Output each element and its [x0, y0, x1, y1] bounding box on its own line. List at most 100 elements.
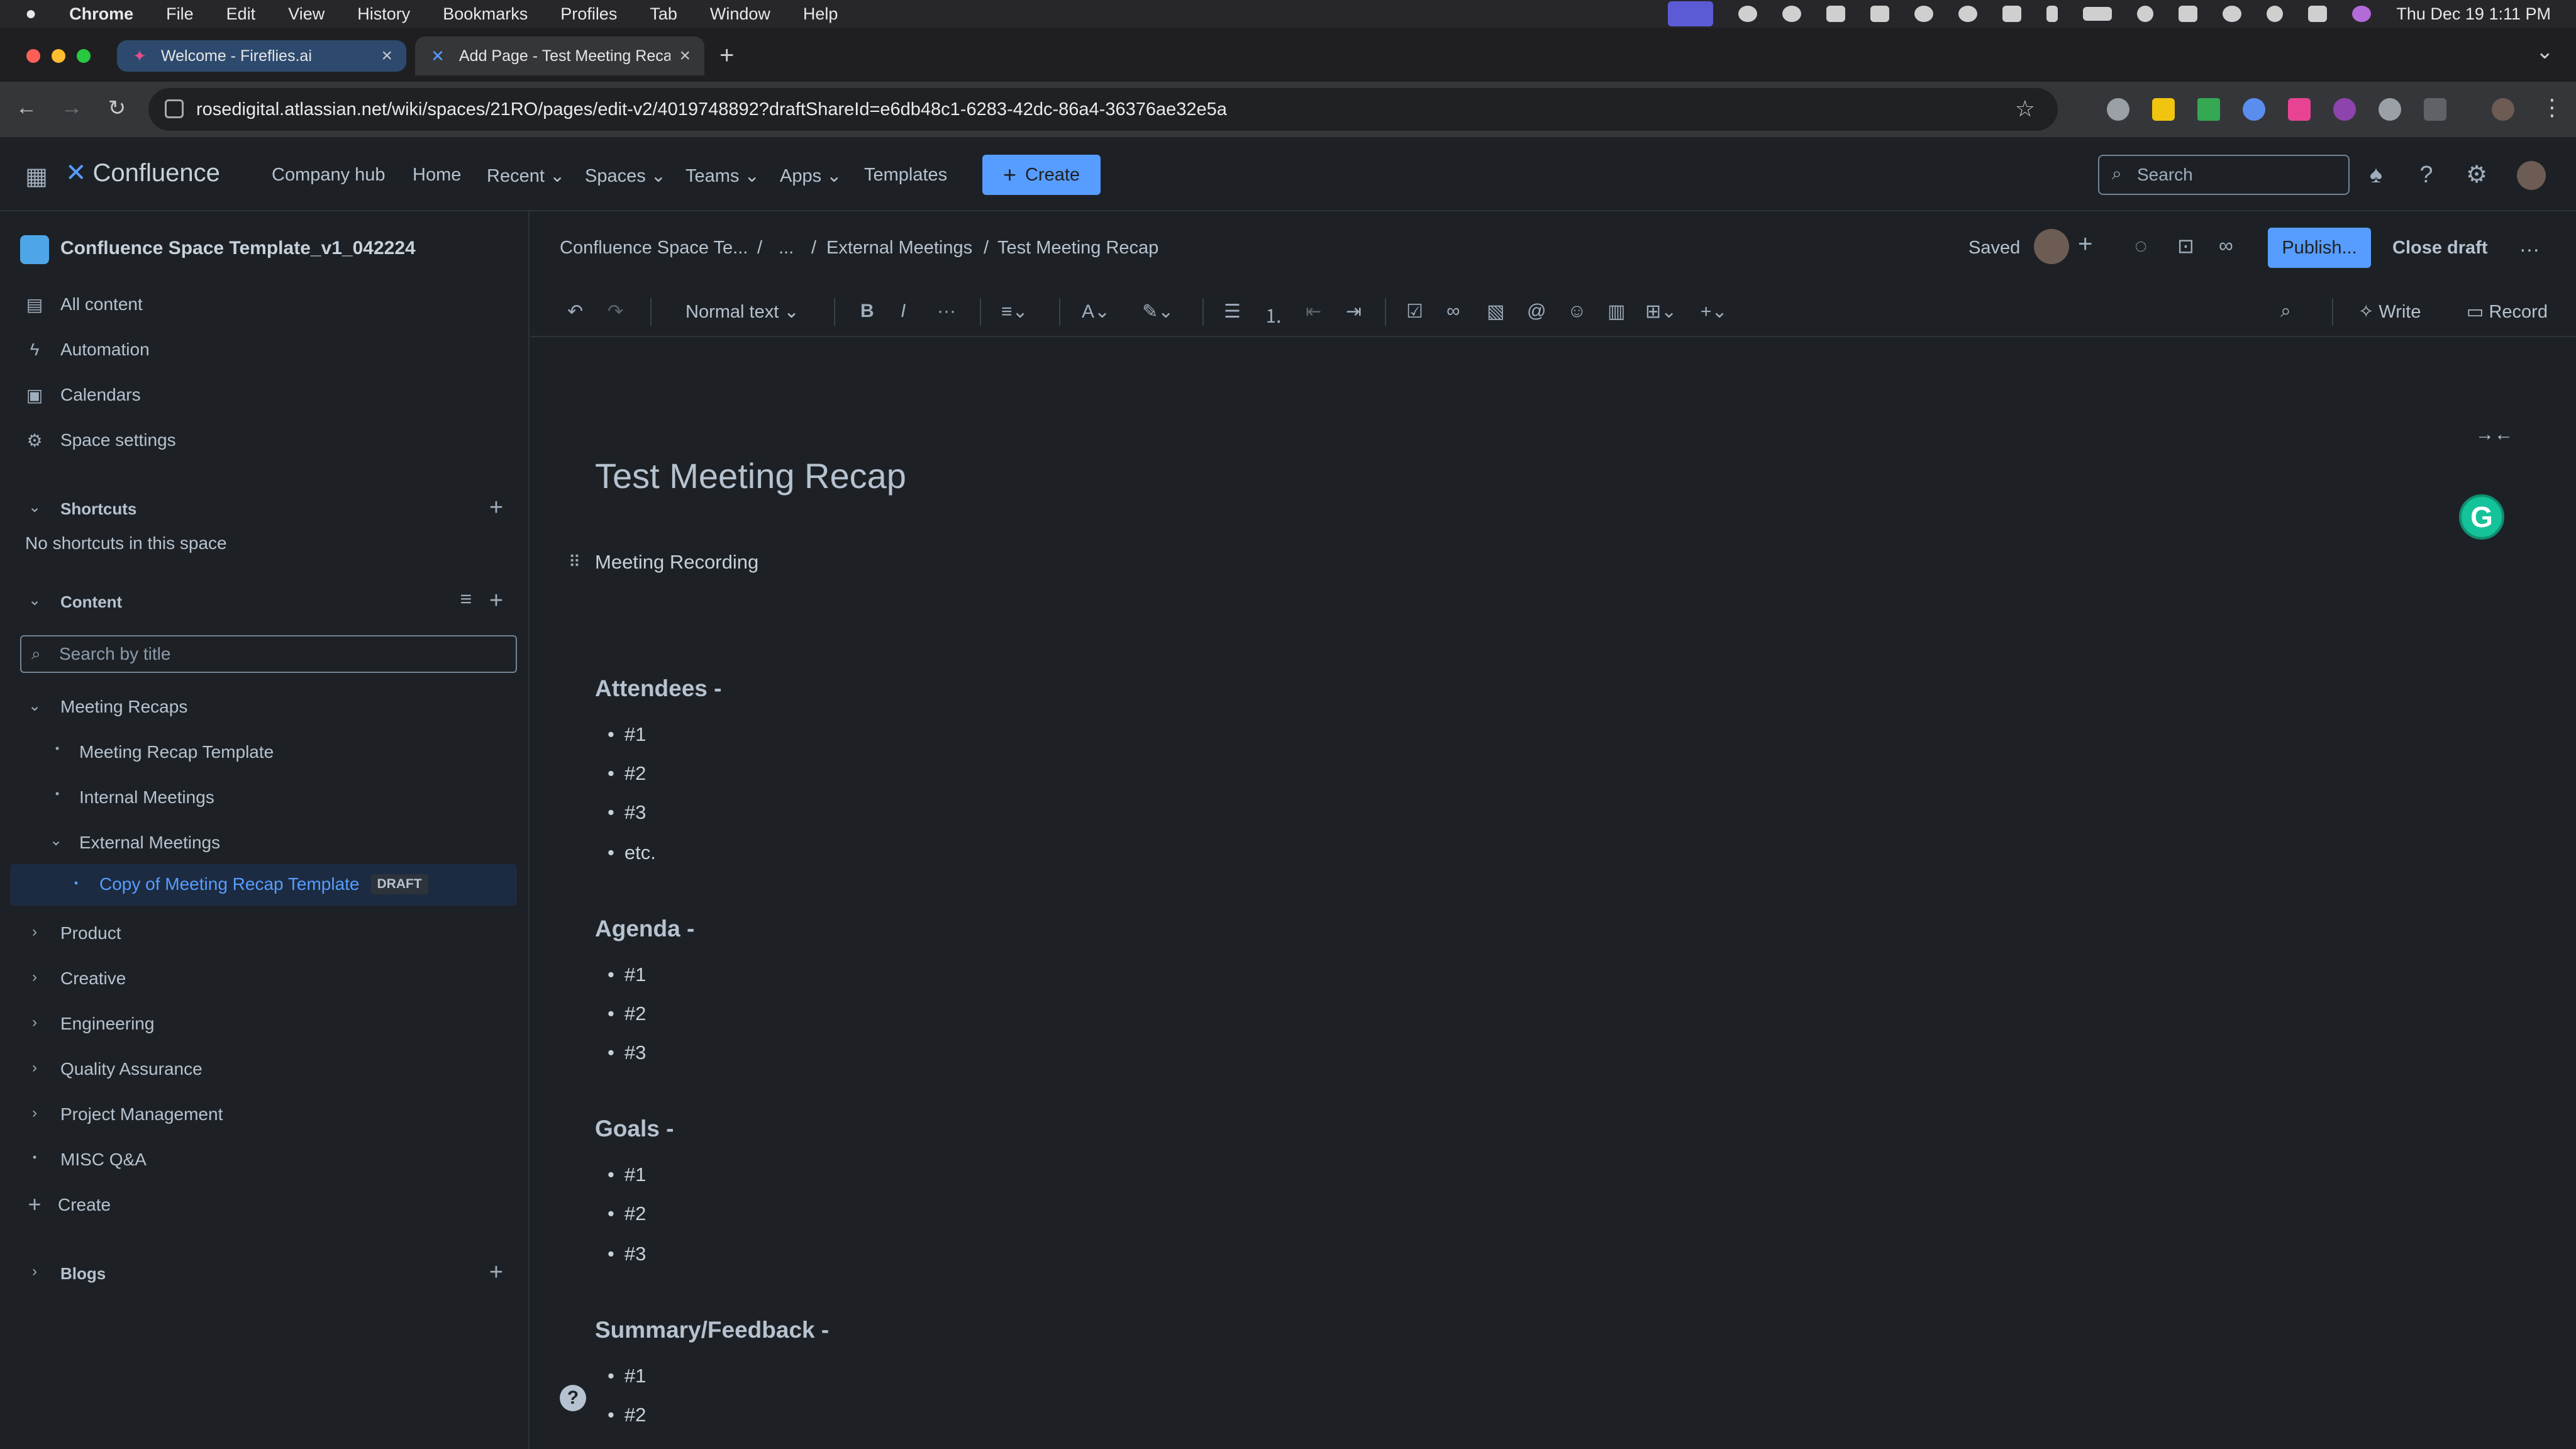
tree-item-engineering[interactable]: Engineering — [60, 1014, 154, 1034]
battery-icon[interactable] — [2083, 7, 2112, 21]
record-button[interactable]: ▭ Record — [2467, 301, 2548, 323]
highlight-icon[interactable]: ✎⌄ — [1142, 301, 1174, 323]
comment-icon[interactable]: ◌ — [2135, 234, 2147, 258]
tree-item-misc-qa[interactable]: MISC Q&A — [60, 1150, 147, 1170]
add-content-icon[interactable]: + — [486, 587, 507, 614]
menu-window[interactable]: Window — [710, 4, 770, 24]
window-close-button[interactable] — [26, 49, 40, 63]
breadcrumb-ellipsis[interactable]: ... — [779, 238, 794, 258]
restrictions-lock-icon[interactable]: ⊡ — [2177, 234, 2194, 258]
drag-handle-icon[interactable]: ⠿ — [569, 552, 580, 572]
menu-tab[interactable]: Tab — [650, 4, 677, 24]
list-item[interactable]: #1 — [608, 723, 646, 746]
app-status-icon[interactable] — [1870, 6, 1890, 22]
text-color-icon[interactable]: A⌄ — [1082, 301, 1110, 323]
search-by-title-input[interactable]: ⌕ Search by title — [20, 635, 517, 673]
display-icon[interactable] — [2002, 6, 2022, 22]
url-text[interactable]: rosedigital.atlassian.net/wiki/spaces/21… — [196, 99, 1227, 120]
grammarly-widget[interactable]: G — [2459, 494, 2504, 540]
siri-icon[interactable] — [2352, 6, 2372, 22]
mention-icon[interactable]: @ — [1527, 301, 1546, 322]
emoji-icon[interactable]: ☺ — [1567, 301, 1587, 322]
list-item[interactable]: #3 — [608, 1243, 646, 1265]
chevron-down-icon[interactable]: ⌄ — [45, 831, 67, 850]
control-center-icon[interactable] — [2308, 6, 2328, 22]
bolt-status-icon[interactable] — [1914, 6, 1934, 22]
nav-home[interactable]: Home — [413, 165, 461, 186]
table-icon[interactable]: ⊞⌄ — [1645, 301, 1677, 323]
add-blog-icon[interactable]: + — [486, 1259, 507, 1286]
create-button[interactable]: + Create — [982, 155, 1101, 195]
nav-apps[interactable]: Apps ⌄ — [780, 165, 841, 187]
nav-recent[interactable]: Recent ⌄ — [487, 165, 565, 187]
goals-heading[interactable]: Goals - — [595, 1116, 674, 1142]
tab-fireflies[interactable]: ✦ Welcome - Fireflies.ai × — [117, 40, 406, 72]
chrome-menu-icon[interactable]: ⋮ — [2541, 94, 2563, 121]
chevron-down-icon[interactable]: ⌄ — [24, 498, 45, 516]
summary-feedback-heading[interactable]: Summary/Feedback - — [595, 1317, 829, 1343]
menu-clock[interactable]: Thu Dec 19 1:11 PM — [2396, 4, 2551, 24]
1password-icon[interactable] — [1958, 6, 1978, 22]
italic-icon[interactable]: I — [901, 301, 906, 322]
grammarly-extension-icon[interactable] — [2379, 98, 2401, 121]
more-formatting-icon[interactable]: ··· — [937, 301, 956, 322]
link-icon[interactable]: ∞ — [1446, 301, 1460, 322]
add-shortcut-icon[interactable]: + — [486, 494, 507, 521]
publish-button[interactable]: Publish... — [2268, 228, 2371, 268]
collaborator-avatar[interactable] — [2034, 229, 2069, 264]
tab-close-icon[interactable]: × — [381, 45, 392, 67]
tree-item-quality-assurance[interactable]: Quality Assurance — [60, 1059, 203, 1079]
chevron-right-icon[interactable]: › — [24, 923, 45, 941]
list-item[interactable]: #3 — [608, 1041, 646, 1064]
full-width-toggle-icon[interactable]: →← — [2475, 424, 2513, 445]
list-item[interactable]: #2 — [608, 1202, 646, 1225]
grammarly-status-icon[interactable] — [1738, 6, 1758, 22]
tree-item-project-management[interactable]: Project Management — [60, 1104, 223, 1124]
chevron-down-icon[interactable]: ⌄ — [24, 697, 45, 715]
page-title[interactable]: Test Meeting Recap — [595, 455, 906, 496]
plus-icon[interactable]: + — [24, 1191, 45, 1218]
layouts-icon[interactable]: ▥ — [1607, 301, 1625, 323]
redo-icon[interactable]: ↷ — [608, 301, 623, 323]
extension-5-icon[interactable] — [2288, 98, 2311, 121]
address-bar[interactable]: rosedigital.atlassian.net/wiki/spaces/21… — [148, 88, 2058, 131]
numbered-list-icon[interactable]: ⒈ — [1264, 301, 1283, 328]
chevron-right-icon[interactable]: › — [24, 1059, 45, 1077]
tab-search-icon[interactable]: ⌄ — [2536, 39, 2554, 64]
wifi-icon[interactable] — [2179, 6, 2198, 22]
search-input[interactable]: ⌕ Search — [2098, 155, 2350, 195]
copy-link-icon[interactable]: ∞ — [2219, 234, 2233, 257]
extension-6-icon[interactable] — [2333, 98, 2356, 121]
play-icon[interactable] — [2223, 6, 2242, 22]
blogs-heading[interactable]: Blogs — [60, 1264, 106, 1284]
bold-icon[interactable]: B — [860, 301, 874, 322]
nav-company-hub[interactable]: Company hub — [272, 165, 386, 186]
window-zoom-button[interactable] — [77, 49, 91, 63]
forward-button[interactable]: → — [58, 96, 86, 120]
insert-more-icon[interactable]: +⌄ — [1701, 301, 1728, 323]
extensions-puzzle-icon[interactable] — [2424, 98, 2446, 121]
reload-button[interactable]: ↻ — [103, 96, 131, 121]
meeting-recording-text[interactable]: Meeting Recording — [595, 551, 758, 574]
sidebar-item-space-settings[interactable]: Space settings — [60, 430, 176, 450]
tab-close-icon[interactable]: × — [679, 45, 691, 67]
chevron-right-icon[interactable]: › — [24, 1263, 45, 1280]
list-item[interactable]: #2 — [608, 1404, 646, 1426]
shortcuts-heading[interactable]: Shortcuts — [60, 499, 136, 519]
moon-icon[interactable] — [2137, 6, 2154, 22]
tree-item-creative[interactable]: Creative — [60, 969, 126, 989]
extension-2-icon[interactable] — [2152, 98, 2175, 121]
screen-share-icon[interactable] — [1668, 1, 1714, 26]
confluence-logo[interactable]: ✕ Confluence — [65, 158, 220, 187]
google-drive-icon[interactable] — [2197, 98, 2220, 121]
bookmark-star-icon[interactable]: ☆ — [2015, 96, 2035, 122]
app-switcher-icon[interactable]: ▦ — [25, 162, 48, 191]
sidebar-item-all-content[interactable]: All content — [60, 294, 143, 314]
find-replace-icon[interactable]: ⌕ — [2280, 301, 2291, 322]
tree-item-recap-template[interactable]: Meeting Recap Template — [79, 742, 274, 762]
tree-item-internal-meetings[interactable]: Internal Meetings — [79, 787, 214, 808]
tree-item-product[interactable]: Product — [60, 923, 121, 943]
gmail-status-icon[interactable] — [1826, 6, 1846, 22]
nav-teams[interactable]: Teams ⌄ — [686, 165, 760, 187]
settings-gear-icon[interactable]: ⚙ — [2463, 161, 2490, 189]
